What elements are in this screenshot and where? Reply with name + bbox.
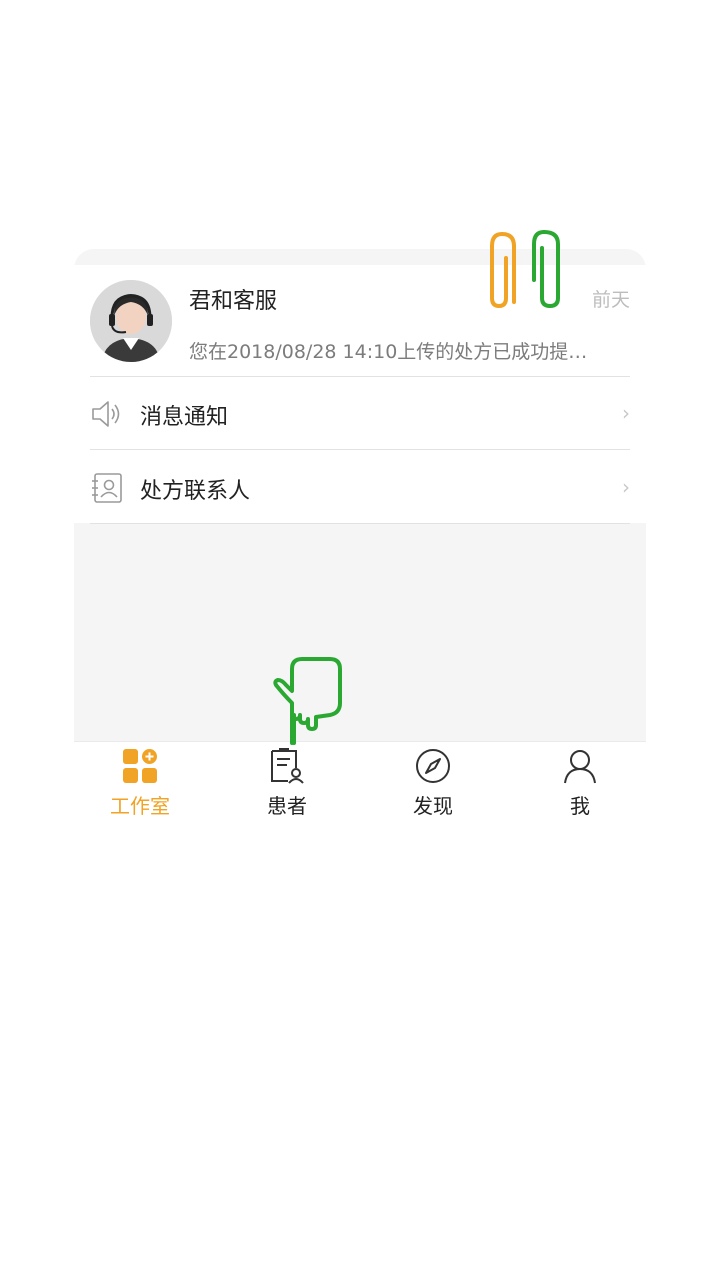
chevron-right-icon: › [622, 475, 630, 499]
user-icon [564, 750, 596, 784]
patient-icon [271, 748, 304, 784]
tab-discover[interactable]: 发现 [367, 748, 499, 820]
tab-discover-label: 发现 [413, 794, 453, 818]
customer-service-avatar-icon [90, 280, 172, 362]
compass-icon [416, 749, 450, 783]
bottom-tab-bar: 工作室 患者 发现 我 [74, 741, 646, 822]
contact-card-icon [92, 473, 122, 503]
pointing-hand-icon [273, 657, 342, 745]
notifications-label: 消息通知 [140, 405, 229, 430]
paperclip-icon [490, 230, 560, 309]
tab-workspace-label: 工作室 [110, 794, 170, 818]
workspace-icon [123, 749, 157, 783]
tab-me[interactable]: 我 [514, 748, 646, 820]
chat-preview: 您在2018/08/28 14:10上传的处方已成功提… [189, 341, 588, 363]
avatar [90, 280, 172, 362]
speaker-icon [92, 401, 120, 427]
tab-patients[interactable]: 患者 [221, 748, 353, 820]
menu-item-prescription-contacts[interactable]: 处方联系人 › [90, 451, 630, 524]
tab-patients-label: 患者 [267, 794, 307, 818]
prescription-contacts-label: 处方联系人 [140, 479, 251, 504]
tab-me-label: 我 [570, 794, 590, 818]
chat-time: 前天 [591, 289, 630, 311]
chevron-right-icon: › [622, 401, 630, 425]
tab-workspace[interactable]: 工作室 [74, 748, 206, 820]
chat-name: 君和客服 [189, 289, 278, 314]
menu-item-notifications[interactable]: 消息通知 › [90, 377, 630, 450]
message-panel: 君和客服 前天 您在2018/08/28 14:10上传的处方已成功提… 消息通… [74, 249, 646, 741]
